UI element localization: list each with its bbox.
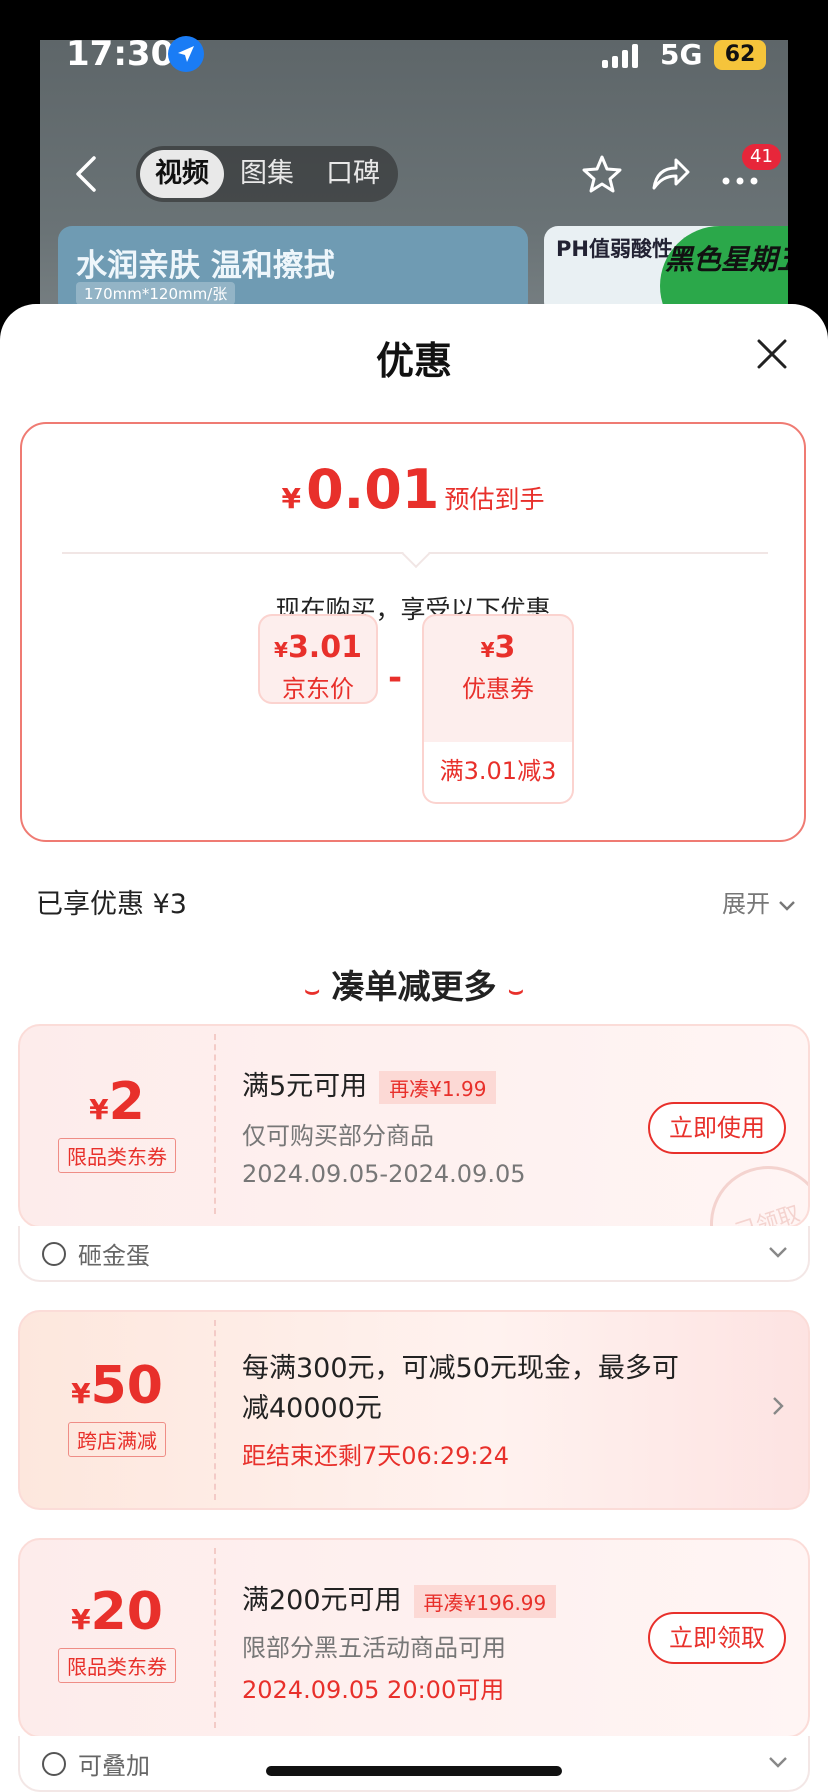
coupon-footer[interactable]: 可叠加 (18, 1736, 810, 1792)
coupon-amount: 20 (90, 1582, 163, 1642)
section-title: 凑单减更多 (331, 967, 497, 1006)
estimated-price-value: 0.01 (306, 458, 440, 521)
tab-video[interactable]: 视频 (140, 150, 224, 198)
coupon-date: 2024.09.05-2024.09.05 (242, 1160, 526, 1188)
currency-symbol: ¥ (89, 1093, 109, 1126)
coupon-desc: 限部分黑五活动商品可用 (242, 1634, 506, 1662)
message-badge: 41 (742, 144, 781, 170)
home-indicator (266, 1766, 562, 1776)
coupon-title-text: 满200元可用 (242, 1585, 402, 1616)
product-banner-secondary: PH值弱酸性 护肤刚刚好 黑色星期五 (544, 226, 788, 316)
coupon-separator (214, 1548, 216, 1728)
coupon-date: 2024.09.05 20:00可用 (242, 1676, 505, 1704)
chevron-down-icon (769, 1247, 787, 1258)
coupon-amount-area: ¥50 跨店满减 (20, 1312, 214, 1457)
coupon-value: 3 (494, 630, 516, 665)
coupon-card: ¥2 限品类东券 满5元可用 再凑¥1.99 仅可购买部分商品 2024.09.0… (18, 1024, 810, 1228)
coupon-box: ¥3 优惠券 (422, 614, 574, 744)
coupon-tag: 限品类东券 (58, 1648, 176, 1683)
location-icon (168, 36, 204, 72)
coupon-amount-area: ¥20 限品类东券 (20, 1540, 214, 1683)
section-heading: ⌣ 凑单减更多 ⌣ (0, 960, 828, 1008)
chevron-right-icon (773, 1397, 784, 1415)
countdown-text: 距结束还剩7天06:29:24 (242, 1442, 510, 1470)
status-time: 17:30 (66, 34, 175, 74)
banner-title: 水润亲肤 温和擦拭 (76, 248, 335, 284)
share-icon[interactable] (650, 154, 690, 198)
coupon-title: 满5元可用 再凑¥1.99 (242, 1064, 497, 1104)
coupon-desc: 仅可购买部分商品 (242, 1122, 434, 1150)
coupon-amount: 2 (108, 1072, 145, 1132)
coupon-title-text: 满5元可用 (242, 1071, 368, 1102)
status-bar: 17:30 5G 62 (0, 0, 828, 110)
currency-symbol: ¥ (71, 1603, 91, 1636)
currency-symbol: ¥ (480, 638, 495, 662)
use-now-button[interactable]: 立即使用 (648, 1102, 786, 1154)
coupon-footer-label: 可叠加 (78, 1752, 150, 1780)
coupon-condition: 满3.01减3 (422, 742, 574, 804)
signal-icon (602, 44, 644, 74)
expand-button[interactable]: 展开 (722, 884, 796, 919)
price-summary-card: ¥ 0.01 预估到手 现在购买，享受以下优惠 ¥3.01 京东价 - ¥3 优… (20, 422, 806, 842)
media-tabs: 视频 图集 口碑 (136, 146, 398, 202)
egg-icon (42, 1242, 66, 1266)
expand-label: 展开 (722, 890, 770, 918)
currency-symbol: ¥ (281, 482, 302, 515)
network-label: 5G (660, 38, 703, 71)
stack-icon (42, 1752, 66, 1776)
coupon-label: 优惠券 (462, 675, 534, 703)
enjoyed-discount: 已享优惠 ¥3 (36, 889, 187, 920)
jd-price-value: 3.01 (287, 630, 362, 665)
divider-notch (401, 539, 431, 569)
banner-subtitle: 170mm*120mm/张 (76, 282, 236, 305)
sheet-title: 优惠 (375, 339, 452, 383)
coupon-separator (214, 1034, 216, 1214)
estimated-price-label: 预估到手 (444, 485, 545, 514)
close-icon[interactable] (756, 338, 788, 374)
product-nav: 视频 图集 口碑 41 (0, 140, 828, 208)
product-banner: 水润亲肤 温和擦拭 170mm*120mm/张 (58, 226, 528, 316)
add-more-tag: 再凑¥1.99 (379, 1071, 497, 1104)
tab-reviews[interactable]: 口碑 (326, 146, 380, 202)
coupon-title-line2: 减40000元 (242, 1393, 382, 1424)
coupon-title: 满200元可用 再凑¥196.99 (242, 1578, 557, 1618)
coupon-tag: 限品类东券 (58, 1138, 176, 1173)
coupon-card: ¥20 限品类东券 满200元可用 再凑¥196.99 限部分黑五活动商品可用 2… (18, 1538, 810, 1738)
coupon-card[interactable]: ¥50 跨店满减 每满300元，可减50元现金，最多可 减40000元 距结束还… (18, 1310, 810, 1510)
chevron-down-icon (769, 1757, 787, 1768)
discount-sheet: 优惠 ¥ 0.01 预估到手 现在购买，享受以下优惠 ¥3.01 京东价 - ¥… (0, 304, 828, 1792)
battery-indicator: 62 (714, 40, 766, 70)
jd-price-box: ¥3.01 京东价 (258, 614, 378, 704)
claim-now-button[interactable]: 立即领取 (648, 1612, 786, 1664)
more-icon[interactable] (722, 170, 758, 189)
currency-symbol: ¥ (71, 1377, 91, 1410)
add-more-tag: 再凑¥196.99 (413, 1585, 557, 1618)
coupon-footer-label: 砸金蛋 (78, 1242, 150, 1270)
coupon-amount-area: ¥2 限品类东券 (20, 1026, 214, 1173)
coupon-footer[interactable]: 砸金蛋 (18, 1226, 810, 1282)
minus-sign: - (388, 658, 403, 698)
coupon-amount: 50 (90, 1356, 163, 1416)
jd-price-label: 京东价 (282, 675, 354, 703)
discount-subhead: 现在购买，享受以下优惠 (275, 595, 551, 624)
chevron-down-icon (778, 901, 795, 911)
estimated-price: ¥ 0.01 预估到手 (22, 458, 804, 521)
currency-symbol: ¥ (274, 638, 288, 662)
coupon-separator (214, 1320, 216, 1500)
tab-gallery[interactable]: 图集 (240, 146, 294, 202)
favorite-icon[interactable] (582, 154, 622, 198)
decor-icon: ⌣ (508, 976, 524, 1004)
coupon-title-line1: 每满300元，可减50元现金，最多可 (242, 1353, 679, 1384)
coupon-tag: 跨店满减 (68, 1422, 166, 1457)
back-icon[interactable] (74, 154, 98, 198)
decor-icon: ⌣ (304, 976, 320, 1004)
claimed-stamp: 已领取 (694, 1150, 808, 1226)
